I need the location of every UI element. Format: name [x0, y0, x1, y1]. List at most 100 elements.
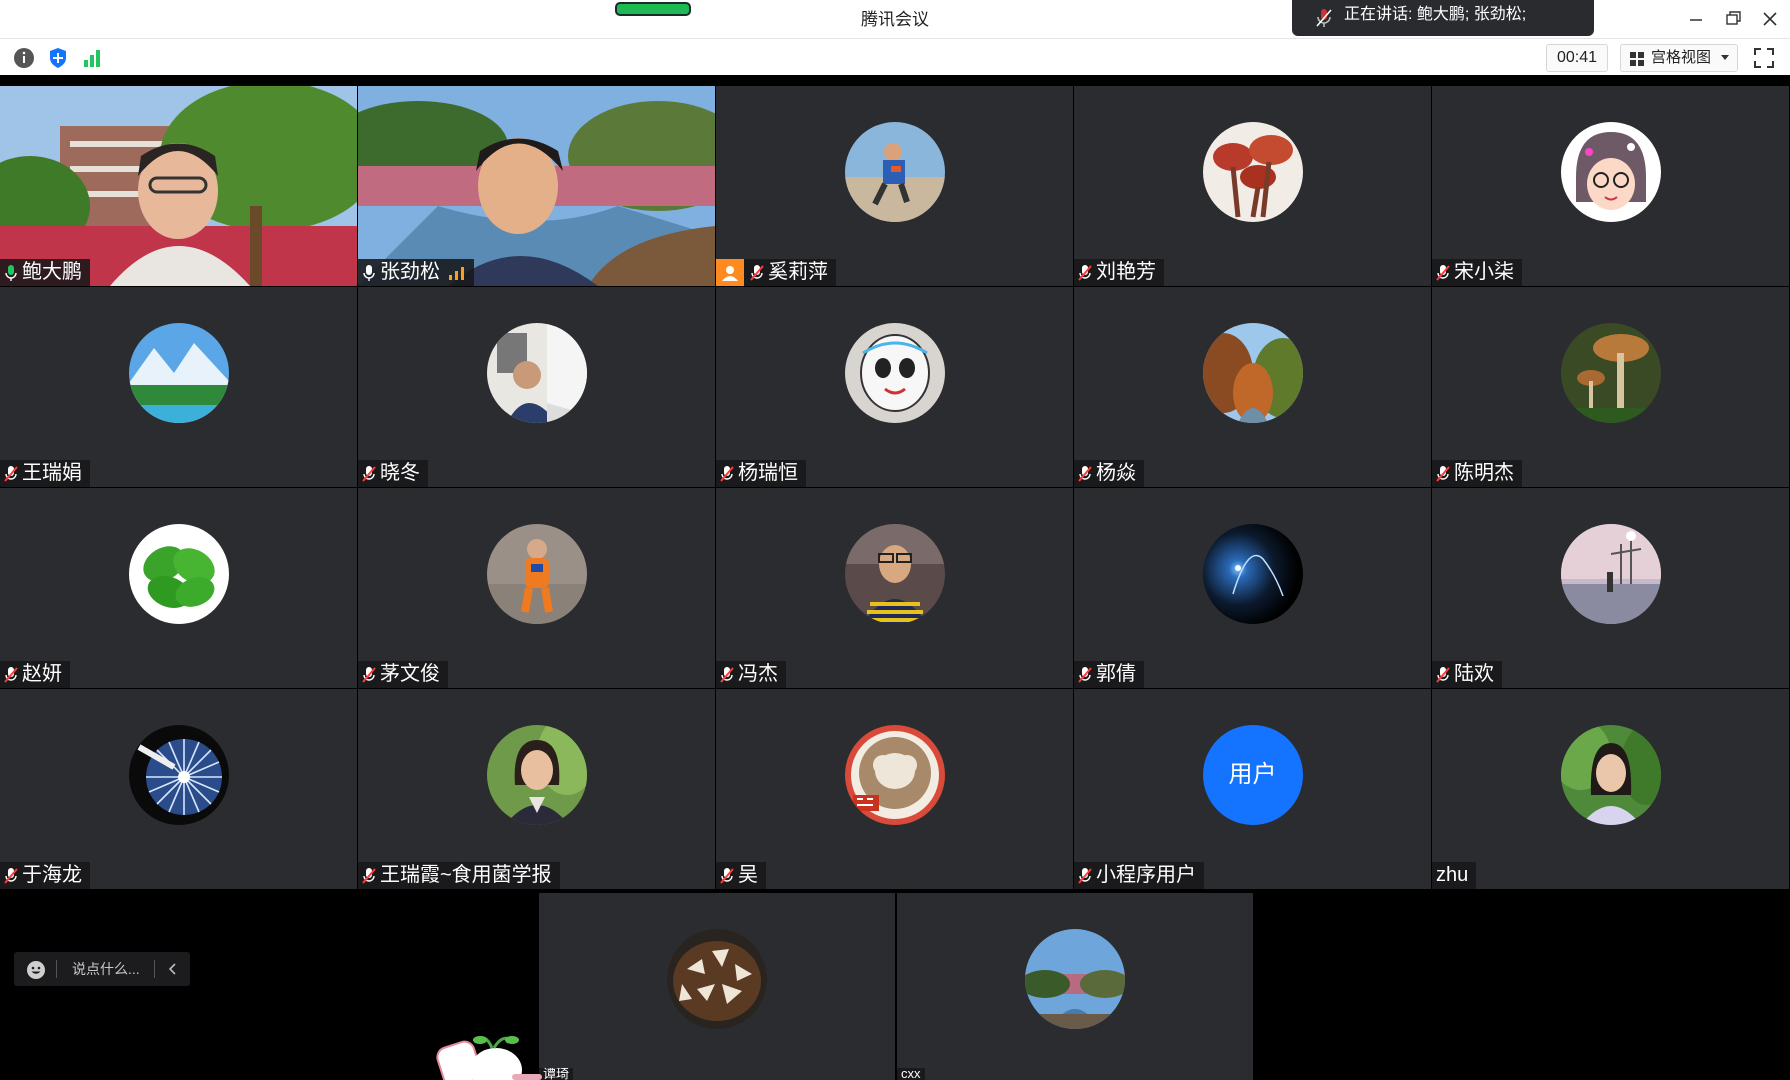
participant-name-tag: 王瑞娟 — [0, 460, 90, 487]
grid-view-icon — [1630, 52, 1644, 66]
participant-tile[interactable]: 杨焱 — [1074, 287, 1431, 487]
chat-input[interactable]: 说点什么... — [14, 952, 190, 986]
participant-name-tag: 张劲松 — [358, 259, 474, 286]
divider — [154, 960, 155, 978]
speaking-indicator: 正在讲话: 鲍大鹏; 张劲松; — [1292, 0, 1594, 36]
signal-icon[interactable] — [80, 46, 104, 70]
participant-tile[interactable]: 刘艳芳 — [1074, 86, 1431, 286]
participant-tile[interactable]: 鲍大鹏 — [0, 86, 357, 286]
participant-name-tag: 谭琦 — [539, 1068, 574, 1080]
participant-tile[interactable]: 于海龙 — [0, 689, 357, 889]
participant-name-tag: 陈明杰 — [1432, 460, 1522, 487]
chevron-down-icon — [1721, 55, 1729, 60]
participant-name-tag: 于海龙 — [0, 862, 90, 889]
avatar — [486, 524, 587, 624]
participant-tile[interactable]: 用户 小程序用户 — [1074, 689, 1431, 889]
participant-name-tag: zhu — [1432, 862, 1477, 889]
participant-tile[interactable]: 郭倩 — [1074, 488, 1431, 688]
view-mode-label: 宫格视图 — [1651, 49, 1712, 66]
text-avatar: 用户 — [1202, 725, 1303, 825]
participant-name-tag: 刘艳芳 — [1074, 259, 1164, 286]
participant-name: 谭琦 — [543, 1068, 570, 1080]
participant-name: 吴 — [738, 864, 758, 886]
mic-off-icon — [1078, 666, 1092, 683]
fullscreen-icon[interactable] — [1752, 46, 1776, 70]
participant-tile[interactable]: 杨瑞恒 — [716, 287, 1073, 487]
avatar — [844, 524, 945, 624]
avatar — [1202, 122, 1303, 222]
mic-off-icon — [4, 465, 18, 482]
minimize-icon[interactable] — [1682, 6, 1710, 32]
participant-tile[interactable]: 王瑞霞~食用菌学报 — [358, 689, 715, 889]
audio-level-icon — [449, 266, 464, 280]
info-icon[interactable] — [12, 46, 36, 70]
participant-name-tag: 宋小柒 — [1432, 259, 1522, 286]
participant-name-tag: 王瑞霞~食用菌学报 — [358, 862, 560, 889]
participant-tile[interactable]: 冯杰 — [716, 488, 1073, 688]
participant-tile[interactable]: 王瑞娟 — [0, 287, 357, 487]
emoji-icon[interactable] — [26, 960, 46, 980]
participant-name: 王瑞霞~食用菌学报 — [380, 864, 552, 886]
participant-tile[interactable]: 晓冬 — [358, 287, 715, 487]
participant-name: 陆欢 — [1454, 663, 1494, 685]
chevron-left-icon[interactable] — [166, 961, 180, 977]
participant-tile[interactable]: 谭琦 — [539, 893, 895, 1080]
participant-name-tag: 杨焱 — [1074, 460, 1144, 487]
avatar — [1025, 929, 1125, 1029]
participant-name-tag: cxx — [897, 1068, 925, 1080]
mic-off-icon — [362, 867, 376, 884]
participant-tile[interactable]: 奚莉萍 — [716, 86, 1073, 286]
avatar — [844, 323, 945, 423]
participant-name-tag: 冯杰 — [716, 661, 786, 688]
mic-off-icon — [1436, 465, 1450, 482]
participant-name-tag: 吴 — [716, 862, 766, 889]
participant-name: 鲍大鹏 — [22, 261, 82, 283]
participant-tile[interactable]: 茅文俊 — [358, 488, 715, 688]
participant-tile[interactable]: 陆欢 — [1432, 488, 1789, 688]
security-shield-icon[interactable] — [46, 46, 70, 70]
participant-name-tag: 杨瑞恒 — [716, 460, 806, 487]
close-icon[interactable] — [1756, 6, 1784, 32]
mic-off-icon — [362, 465, 376, 482]
avatar — [667, 929, 767, 1029]
participant-tile[interactable]: 吴 — [716, 689, 1073, 889]
participant-name: 杨焱 — [1096, 462, 1136, 484]
participant-tile[interactable]: zhu — [1432, 689, 1789, 889]
mic-off-icon — [4, 666, 18, 683]
participant-tile[interactable]: 宋小柒 — [1432, 86, 1789, 286]
mic-off-icon — [1316, 9, 1332, 27]
view-mode-dropdown[interactable]: 宫格视图 — [1620, 44, 1738, 72]
mic-off-icon — [720, 465, 734, 482]
mic-off-icon — [720, 867, 734, 884]
meeting-timer: 00:41 — [1546, 44, 1608, 72]
participant-name: cxx — [901, 1068, 921, 1080]
participant-name-tag: 晓冬 — [358, 460, 428, 487]
participant-name-tag: 陆欢 — [1432, 661, 1502, 688]
avatar — [1202, 524, 1303, 624]
participant-tile[interactable]: 陈明杰 — [1432, 287, 1789, 487]
avatar — [844, 122, 945, 222]
participant-name: 张劲松 — [380, 261, 440, 283]
participant-name-tag: 小程序用户 — [1074, 862, 1204, 889]
participant-tile[interactable]: cxx — [897, 893, 1253, 1080]
avatar — [128, 524, 229, 624]
participant-grid: 鲍大鹏 张劲松 奚莉萍 刘艳芳 宋小柒 王瑞娟 晓冬 杨瑞恒 杨焱 陈明杰 赵妍… — [0, 86, 1790, 890]
avatar — [486, 725, 587, 825]
participant-name-tag: 奚莉萍 — [716, 259, 836, 286]
chat-placeholder[interactable]: 说点什么... — [72, 952, 140, 986]
restore-icon[interactable] — [1719, 6, 1747, 32]
participant-tile[interactable]: 张劲松 — [358, 86, 715, 286]
avatar — [1560, 725, 1661, 825]
participant-name: 郭倩 — [1096, 663, 1136, 685]
participant-name: 茅文俊 — [380, 663, 440, 685]
participant-tile[interactable]: 赵妍 — [0, 488, 357, 688]
title-bar: 腾讯会议 正在讲话: 鲍大鹏; 张劲松; — [0, 0, 1790, 39]
avatar — [1202, 323, 1303, 423]
participant-name-tag: 鲍大鹏 — [0, 259, 90, 286]
sticker-mascot-icon — [436, 1036, 542, 1080]
participant-name: 赵妍 — [22, 663, 62, 685]
mic-off-icon — [750, 264, 764, 281]
video-feed — [0, 86, 357, 286]
mic-off-icon — [1436, 264, 1450, 281]
avatar — [844, 725, 945, 825]
